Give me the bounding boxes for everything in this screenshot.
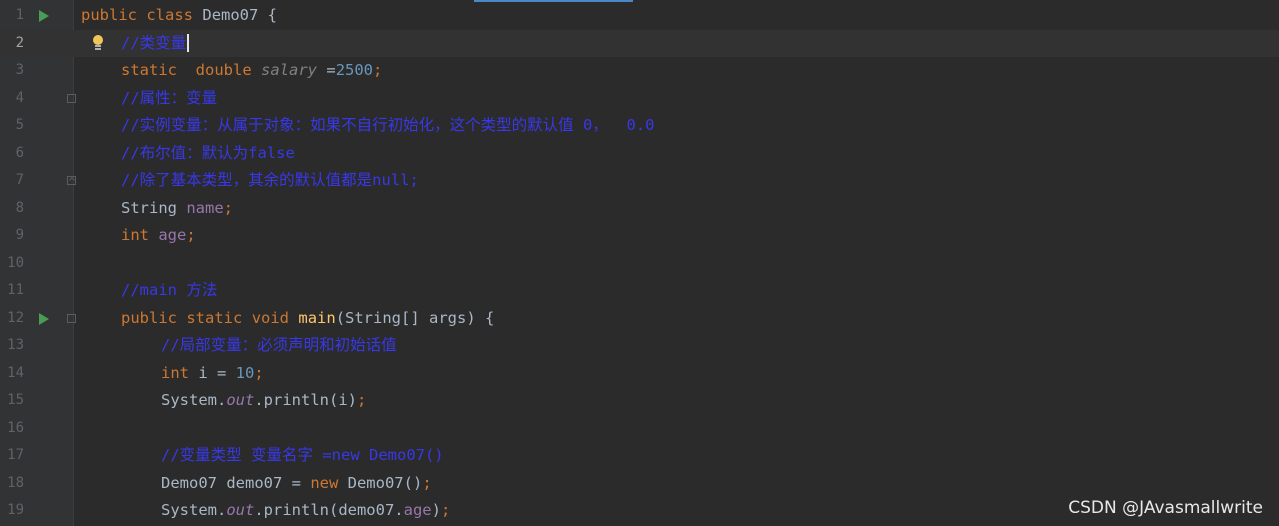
code-line-15[interactable]: 15 System.out.println(i); [0,387,1279,415]
code-text: //变量类型 变量名字 =new Demo07() [161,446,444,464]
code-text: public class Demo07 { [81,6,278,24]
line-number: 6 [15,144,24,161]
run-icon[interactable] [39,312,49,325]
fold-icon[interactable] [67,313,76,323]
line-number: 18 [7,474,24,491]
line-number: 15 [7,392,24,408]
code-line-9[interactable]: 9 int age; [0,222,1279,250]
line-number: 9 [15,227,24,243]
code-line-12[interactable]: 12 public static void main(String[] args… [0,305,1279,333]
line-number: 2 [15,34,24,51]
line-number: 5 [15,117,24,133]
code-text: System.out.println(demo07.age); [161,501,451,519]
code-text: //实例变量：从属于对象：如果不自行初始化，这个类型的默认值 0， 0.0 [121,116,655,134]
code-line-1[interactable]: 1 public class Demo07 { [0,2,1279,30]
code-line-6[interactable]: 6 //布尔值：默认为false [0,140,1279,168]
code-text: String name; [121,198,233,217]
watermark-text: CSDN @JAvasmallwrite [1068,498,1263,518]
code-line-13[interactable]: 13 //局部变量：必须声明和初始话值 [0,332,1279,360]
code-text: //布尔值：默认为false [121,143,295,162]
code-line-7[interactable]: 7 //除了基本类型，其余的默认值都是null; [0,167,1279,195]
line-number: 19 [7,502,24,518]
line-number: 10 [7,254,24,271]
run-icon[interactable] [39,10,49,22]
code-line-10[interactable]: 10 [0,250,1279,278]
code-text: //属性：变量 [121,88,218,107]
text-caret [187,34,190,52]
line-number: 1 [15,7,24,23]
code-line-2[interactable]: 2 //类变量 [0,29,1279,58]
code-line-3[interactable]: 3 static double salary =2500; [0,57,1279,85]
code-line-11[interactable]: 11 //main 方法 [0,277,1279,305]
code-text: static double salary =2500; [121,61,383,79]
code-text: //main 方法 [121,281,218,299]
code-text: public static void main(String[] args) { [121,308,495,327]
line-number: 17 [7,447,24,463]
code-text: //除了基本类型，其余的默认值都是null; [121,171,419,189]
line-number: 8 [15,199,24,216]
code-line-18[interactable]: 18 Demo07 demo07 = new Demo07(); [0,470,1279,498]
line-number: 7 [15,172,24,188]
code-text: //类变量 [121,30,190,58]
line-number: 12 [7,309,24,326]
line-number: 16 [7,419,24,436]
code-line-4[interactable]: 4 //属性：变量 [0,85,1279,113]
lightbulb-icon[interactable] [91,34,105,49]
line-number: 13 [7,337,24,353]
code-text: Demo07 demo07 = new Demo07(); [161,473,432,492]
line-number: 4 [15,89,24,106]
code-line-16[interactable]: 16 [0,415,1279,443]
code-line-14[interactable]: 14 int i = 10; [0,360,1279,388]
code-line-5[interactable]: 5 //实例变量：从属于对象：如果不自行初始化，这个类型的默认值 0， 0.0 [0,112,1279,140]
code-line-17[interactable]: 17 //变量类型 变量名字 =new Demo07() [0,442,1279,470]
line-number: 3 [15,62,24,78]
fold-icon[interactable] [67,93,76,103]
line-number: 14 [7,364,24,381]
code-text: int i = 10; [161,363,264,382]
fold-icon[interactable] [67,176,76,185]
code-line-8[interactable]: 8 String name; [0,195,1279,223]
line-number: 11 [7,282,24,298]
code-text: int age; [121,226,196,244]
code-text: //局部变量：必须声明和初始话值 [161,336,397,354]
code-text: System.out.println(i); [161,391,367,409]
